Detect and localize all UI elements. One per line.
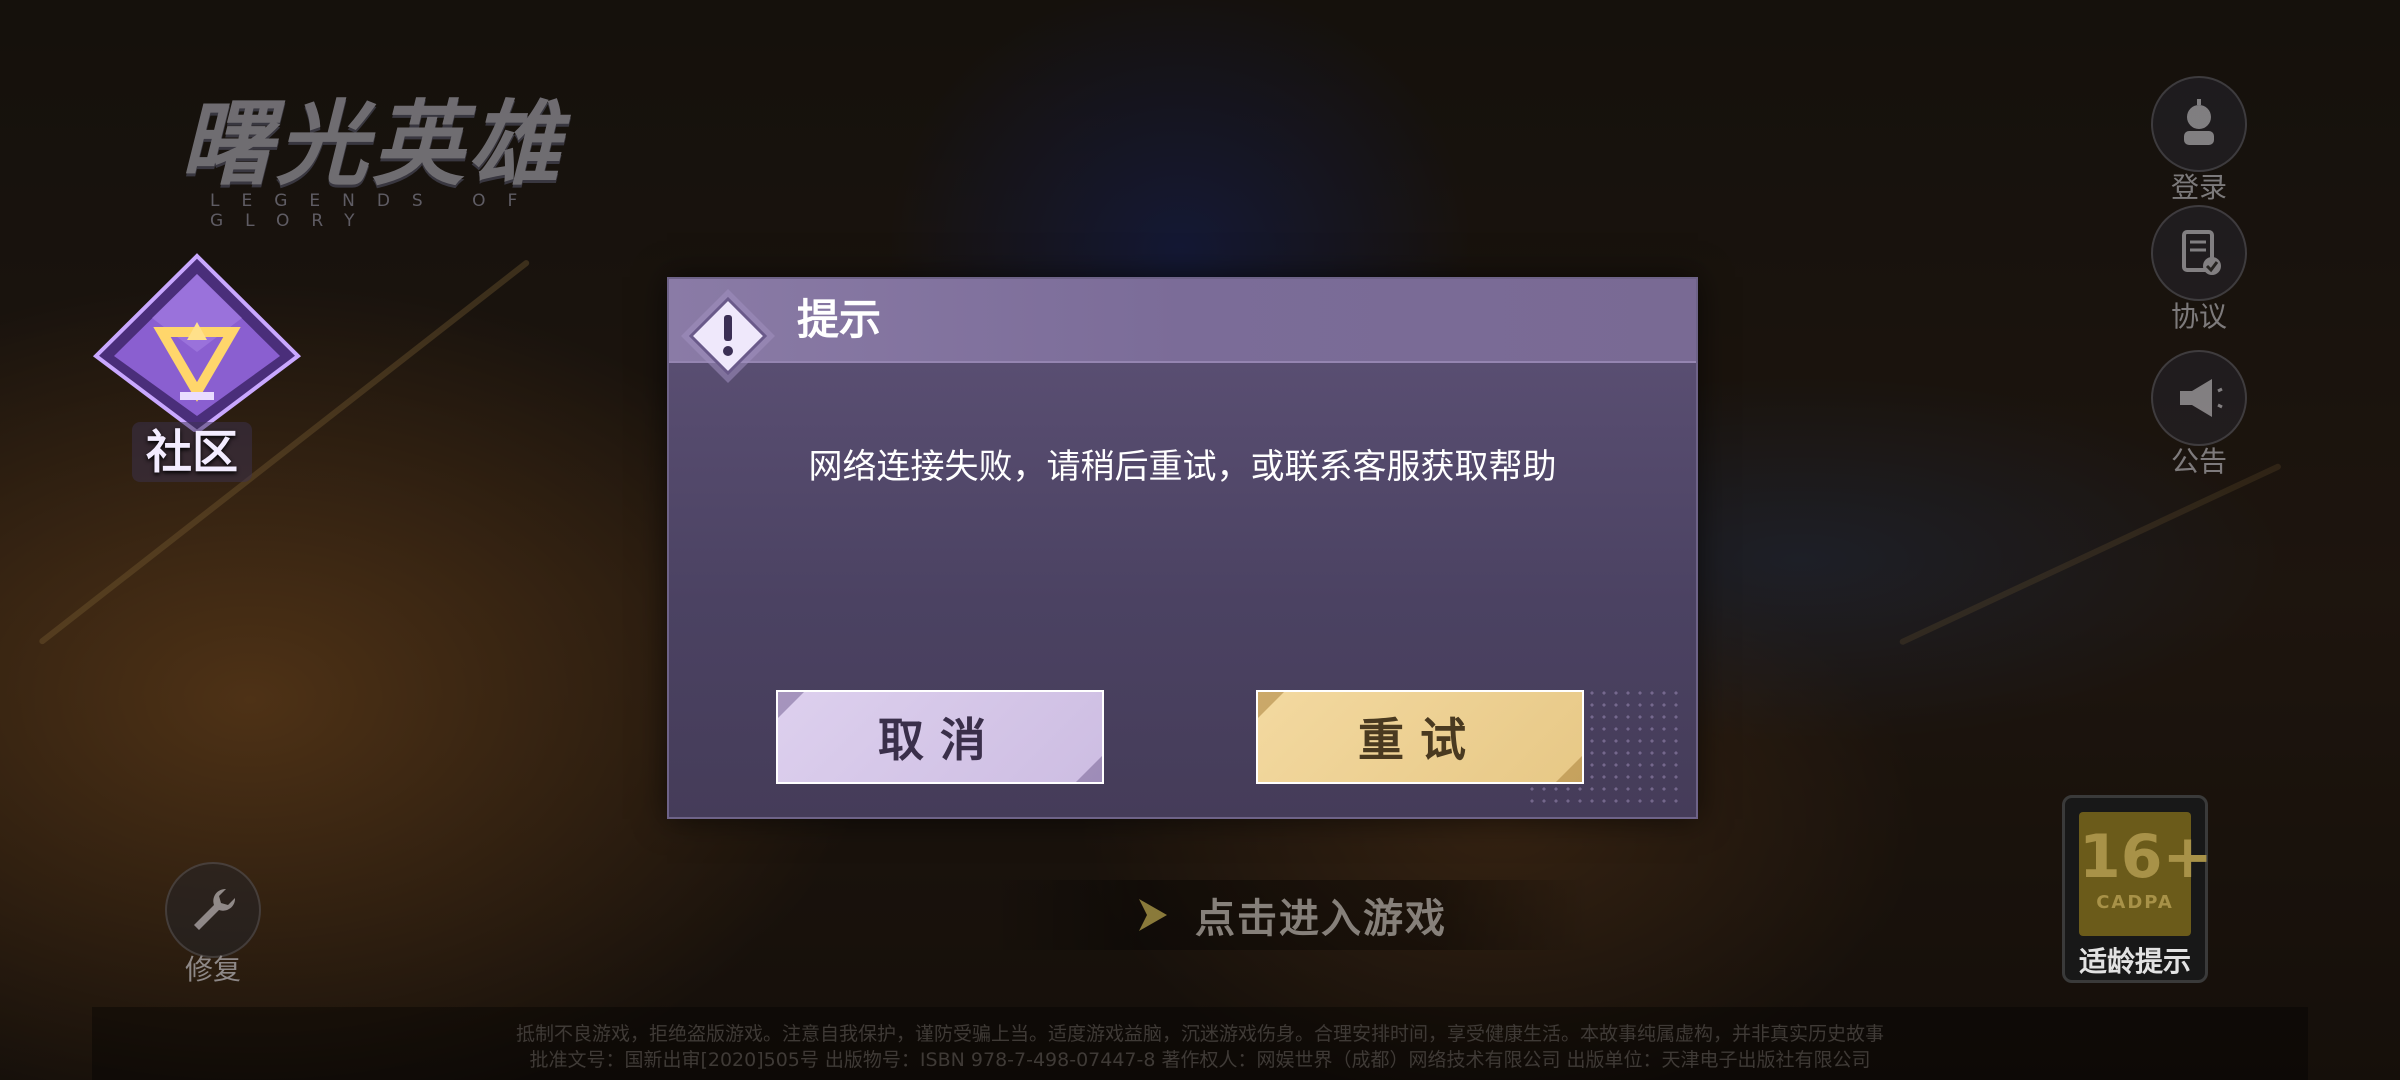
wrench-icon <box>165 862 261 958</box>
announcement-button[interactable]: 公告 <box>2144 350 2254 480</box>
game-logo: 曙光英雄 LEGENDS OF GLORY <box>180 91 680 232</box>
enter-game-button[interactable]: 点击进入游戏 <box>990 880 1590 950</box>
cancel-button[interactable]: 取消 <box>776 690 1104 784</box>
agreement-button[interactable]: 协议 <box>2144 205 2254 335</box>
warning-icon <box>681 289 775 383</box>
community-label: 社区 <box>132 422 252 482</box>
community-button[interactable]: 社区 <box>92 252 302 482</box>
login-button[interactable]: 登录 <box>2144 76 2254 206</box>
dialog-header: 提示 <box>669 279 1696 363</box>
footer-line-1: 抵制不良游戏，拒绝盗版游戏。注意自我保护，谨防受骗上当。适度游戏益脑，沉迷游戏伤… <box>515 1023 1884 1045</box>
agreement-label: 协议 <box>2170 300 2227 333</box>
logo-title: 曙光英雄 <box>180 91 565 198</box>
age-rating-tip: 适龄提示 <box>2078 945 2191 978</box>
footer-line-2: 批准文号：国新出审[2020]505号 出版物号：ISBN 978-7-498-… <box>529 1049 1871 1071</box>
logo-subtitle: LEGENDS OF GLORY <box>210 191 540 231</box>
age-rating-number: 16+ <box>2079 822 2213 892</box>
megaphone-icon <box>2151 350 2247 446</box>
repair-button[interactable]: 修复 <box>158 862 268 988</box>
network-error-dialog: 提示 网络连接失败，请稍后重试，或联系客服获取帮助 取消 重试 <box>667 277 1698 819</box>
retry-button[interactable]: 重试 <box>1256 690 1584 784</box>
age-rating-plate: 16+ CADPA <box>2079 812 2213 936</box>
play-arrow-icon <box>1139 899 1167 931</box>
login-icon <box>2151 76 2247 172</box>
legal-footer: 抵制不良游戏，拒绝盗版游戏。注意自我保护，谨防受骗上当。适度游戏益脑，沉迷游戏伤… <box>92 1007 2308 1080</box>
age-rating-badge[interactable]: 16+ CADPA 适龄提示 <box>2062 795 2213 983</box>
announcement-label: 公告 <box>2170 445 2227 478</box>
community-badge-icon <box>92 253 302 432</box>
dialog-title: 提示 <box>797 295 882 344</box>
dialog-message: 网络连接失败，请稍后重试，或联系客服获取帮助 <box>808 447 1557 487</box>
login-label: 登录 <box>2170 171 2227 204</box>
agreement-icon <box>2151 205 2247 301</box>
enter-game-label: 点击进入游戏 <box>1195 896 1447 942</box>
repair-label: 修复 <box>184 953 241 986</box>
